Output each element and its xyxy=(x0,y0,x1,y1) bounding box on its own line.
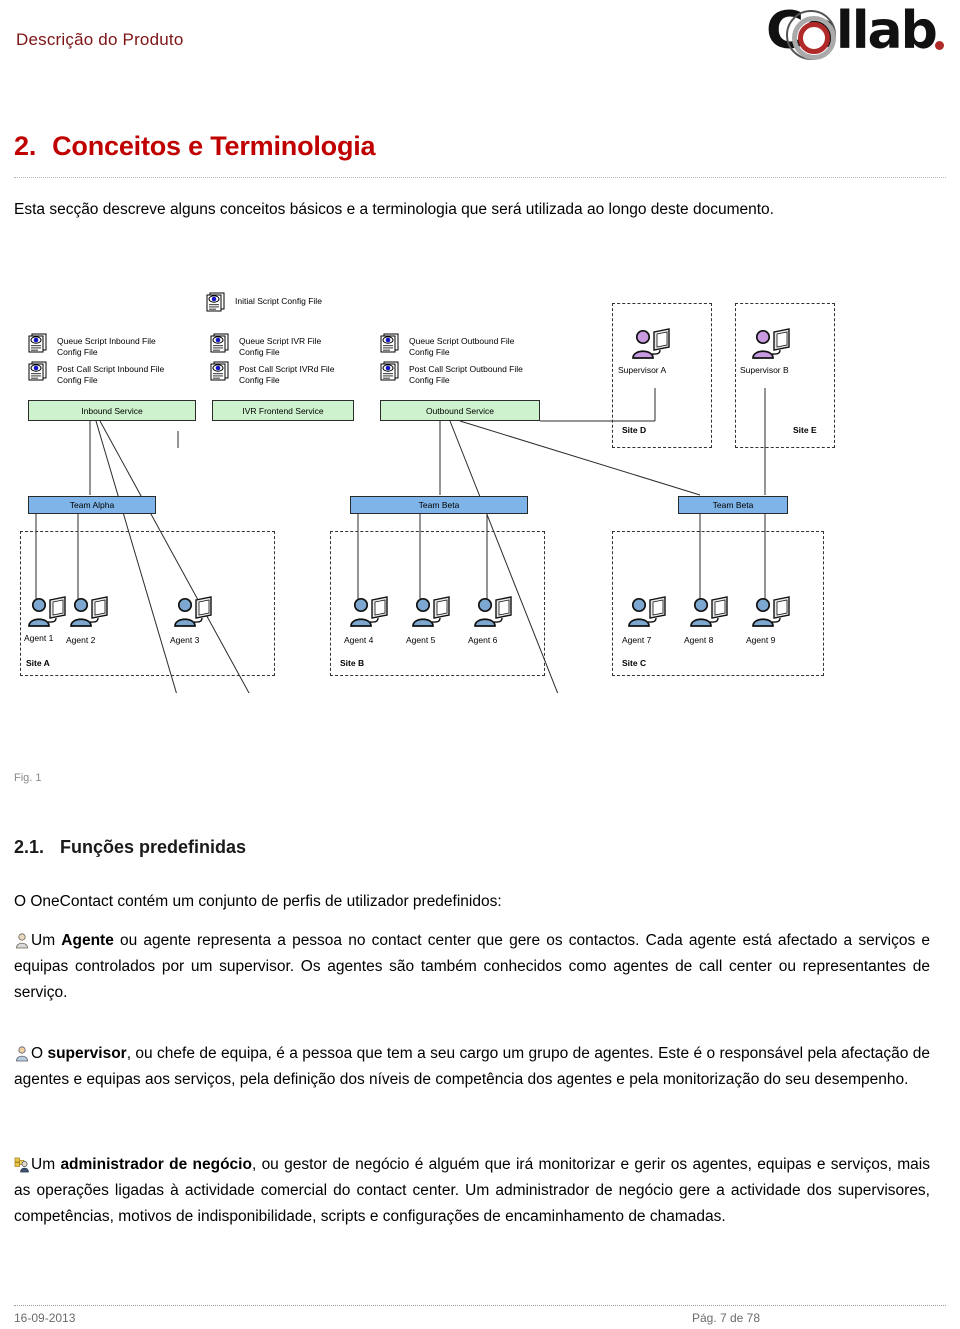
service-box-outbound[interactable]: Outbound Service xyxy=(380,400,540,421)
supervisor-icon xyxy=(748,327,792,363)
agent-icon xyxy=(686,595,730,631)
footer-date: 16-09-2013 xyxy=(14,1311,76,1325)
subsection-number: 2.1. xyxy=(14,837,45,857)
role-term-agent: Agente xyxy=(61,932,114,949)
script-config-icon xyxy=(206,292,228,312)
script-config-icon xyxy=(28,333,50,353)
role-paragraph-agent: Um Agente ou agente representa a pessoa … xyxy=(14,928,930,1006)
agent-icon xyxy=(470,595,514,631)
agent-label: Agent 7 xyxy=(622,635,652,645)
architecture-diagram: Initial Script Config File Queue Script … xyxy=(0,283,960,693)
supervisor-icon xyxy=(14,1045,30,1062)
script-label: Queue Script Inbound File Config File xyxy=(57,336,156,358)
site-box-e xyxy=(735,303,835,448)
script-config-icon xyxy=(28,361,50,381)
role-term-supervisor: supervisor xyxy=(47,1045,127,1062)
script-label-line2: Config File xyxy=(409,347,450,357)
team-box-beta-2[interactable]: Team Beta xyxy=(678,496,788,514)
role-lead-admin: Um xyxy=(31,1156,61,1173)
document-header: Descrição do Produto Collab xyxy=(0,0,960,80)
subsection-title-text: Funções predefinidas xyxy=(60,837,247,857)
site-label-b: Site B xyxy=(340,658,365,668)
script-label: Post Call Script IVRd File Config File xyxy=(239,364,334,386)
agent-icon xyxy=(408,595,452,631)
section-intro-paragraph: Esta secção descreve alguns conceitos bá… xyxy=(14,201,774,218)
script-label-line1: Queue Script IVR File xyxy=(239,336,322,346)
script-config-icon xyxy=(210,333,232,353)
script-label-line1: Queue Script Outbound File xyxy=(409,336,515,346)
footer-divider xyxy=(14,1305,946,1306)
service-box-inbound[interactable]: Inbound Service xyxy=(28,400,196,421)
script-label-line1: Queue Script Inbound File xyxy=(57,336,156,346)
team-box-beta-1[interactable]: Team Beta xyxy=(350,496,528,514)
script-config-icon xyxy=(210,361,232,381)
site-label-e: Site E xyxy=(793,425,817,435)
figure-caption: Fig. 1 xyxy=(14,772,42,784)
logo-dot-icon xyxy=(935,41,944,50)
script-label: Post Call Script Inbound File Config Fil… xyxy=(57,364,164,386)
script-label-line2: Config File xyxy=(57,347,98,357)
role-paragraph-business-admin: Um administrador de negócio, ou gestor d… xyxy=(14,1152,930,1230)
section-title-text: Conceitos e Terminologia xyxy=(52,131,376,161)
logo-ring-inner-icon xyxy=(798,22,830,54)
agent-label: Agent 9 xyxy=(746,635,776,645)
agent-label: Agent 8 xyxy=(684,635,714,645)
script-label-line2: Config File xyxy=(57,375,98,385)
business-admin-icon xyxy=(14,1156,30,1173)
agent-label: Agent 5 xyxy=(406,635,436,645)
subsection-intro-paragraph: O OneContact contém um conjunto de perfi… xyxy=(14,893,502,910)
role-lead-agent: Um xyxy=(31,932,62,949)
role-paragraph-supervisor: O supervisor, ou chefe de equipa, é a pe… xyxy=(14,1041,930,1093)
agent-label: Agent 6 xyxy=(468,635,498,645)
team-box-alpha[interactable]: Team Alpha xyxy=(28,496,156,514)
subsection-title: 2.1. Funções predefinidas xyxy=(14,837,246,858)
agent-icon xyxy=(170,595,214,631)
section-number: 2. xyxy=(14,131,37,161)
role-rest-supervisor: , ou chefe de equipa, é a pessoa que tem… xyxy=(14,1045,930,1088)
footer-page-number: Pág. 7 de 78 xyxy=(691,1311,760,1325)
script-label-line1: Post Call Script Outbound File xyxy=(409,364,523,374)
supervisor-label-a: Supervisor A xyxy=(618,365,667,375)
agent-label: Agent 2 xyxy=(66,635,96,645)
script-label: Queue Script IVR File Config File xyxy=(239,336,321,358)
script-label-line2: Config File xyxy=(239,375,280,385)
site-label-d: Site D xyxy=(622,425,647,435)
agent-label: Agent 3 xyxy=(170,635,200,645)
initial-script-label: Initial Script Config File xyxy=(235,296,322,306)
heading-divider xyxy=(14,177,946,178)
service-box-ivr-frontend[interactable]: IVR Frontend Service xyxy=(212,400,354,421)
agent-icon xyxy=(346,595,390,631)
agent-icon xyxy=(66,595,110,631)
agent-icon xyxy=(24,595,68,631)
agent-icon xyxy=(14,932,30,949)
header-title: Descrição do Produto xyxy=(16,30,184,49)
script-label-line1: Post Call Script IVRd File xyxy=(239,364,335,374)
script-label-line2: Config File xyxy=(409,375,450,385)
agent-icon xyxy=(624,595,668,631)
script-label: Queue Script Outbound File Config File xyxy=(409,336,514,358)
role-term-admin: administrador de negócio xyxy=(60,1156,252,1173)
supervisor-label-b: Supervisor B xyxy=(740,365,789,375)
site-label-c: Site C xyxy=(622,658,647,668)
site-label-a: Site A xyxy=(26,658,50,668)
collab-logo: Collab xyxy=(766,2,946,64)
script-label: Post Call Script Outbound File Config Fi… xyxy=(409,364,523,386)
supervisor-icon xyxy=(628,327,672,363)
script-label-line1: Post Call Script Inbound File xyxy=(57,364,165,374)
script-label-line2: Config File xyxy=(239,347,280,357)
script-config-icon xyxy=(380,361,402,381)
agent-icon xyxy=(748,595,792,631)
page-title: 2. Conceitos e Terminologia xyxy=(14,131,376,162)
role-lead-supervisor: O xyxy=(31,1045,48,1062)
agent-label: Agent 1 xyxy=(24,633,54,643)
agent-label: Agent 4 xyxy=(344,635,374,645)
script-config-icon xyxy=(380,333,402,353)
role-rest-agent: ou agente representa a pessoa no contact… xyxy=(14,932,930,1001)
